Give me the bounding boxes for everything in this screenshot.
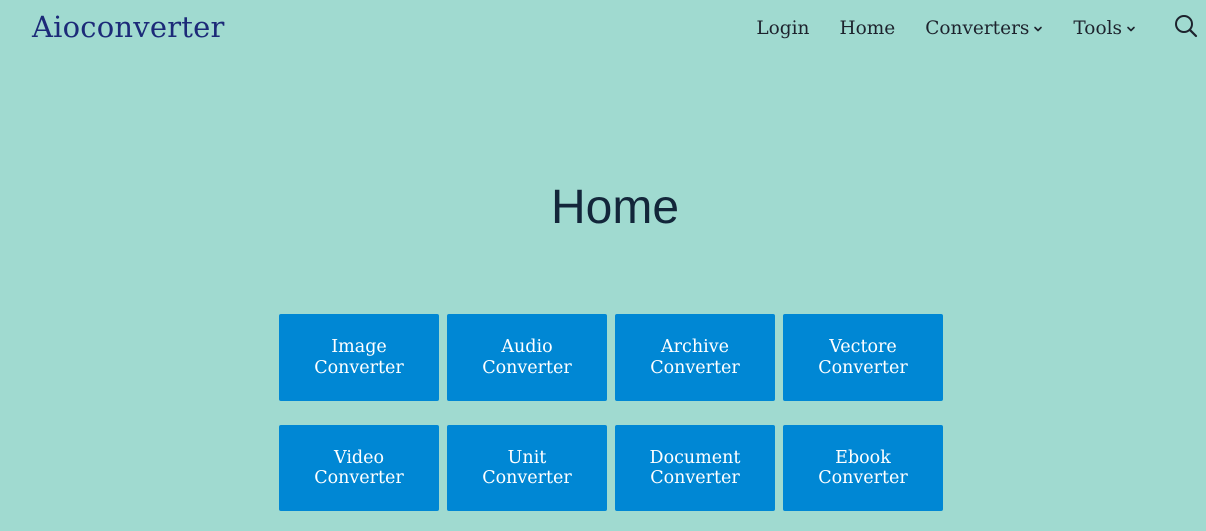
tile-label-line1: Vectore — [829, 337, 897, 357]
audio-converter-button[interactable]: Audio Converter — [447, 314, 607, 401]
tile-label-line2: Converter — [818, 357, 908, 378]
tile-label-line1: Unit — [507, 447, 547, 468]
tile-label-line1: Ebook — [835, 447, 891, 468]
tile-label-line2: Converter — [818, 468, 908, 488]
nav-item-home[interactable]: Home — [839, 18, 895, 39]
tile-label-line1: Video — [333, 447, 385, 468]
nav-item-label: Converters — [925, 17, 1030, 39]
tile-label-line2: Converter — [314, 468, 404, 488]
tile-label-line1: Audio — [501, 337, 553, 357]
unit-converter-button[interactable]: Unit Converter — [447, 425, 607, 511]
chevron-down-icon — [1127, 26, 1135, 32]
ebook-converter-button[interactable]: Ebook Converter — [783, 425, 943, 511]
tile-label-line1: Document — [649, 447, 741, 468]
document-converter-button[interactable]: Document Converter — [615, 425, 775, 511]
main-nav: Login Home Converters Tools — [756, 10, 1136, 46]
nav-item-tools[interactable]: Tools — [1073, 18, 1136, 39]
converter-grid: Image Converter Audio Converter Archive … — [279, 314, 943, 512]
tile-label-line2: Converter — [314, 357, 404, 378]
tile-label-line2: Converter — [482, 357, 572, 378]
tile-label-line1: Archive — [661, 337, 729, 357]
site-title-link[interactable]: Aioconverter — [32, 6, 225, 48]
nav-item-label: Home — [839, 17, 896, 39]
tile-label-line1: Image — [331, 337, 387, 357]
vectore-converter-button[interactable]: Vectore Converter — [783, 314, 943, 401]
archive-converter-button[interactable]: Archive Converter — [615, 314, 775, 401]
page-title: Home — [550, 181, 680, 234]
image-converter-button[interactable]: Image Converter — [279, 314, 439, 401]
nav-item-label: Tools — [1073, 17, 1122, 39]
video-converter-button[interactable]: Video Converter — [279, 425, 439, 511]
chevron-down-icon — [1034, 26, 1043, 32]
nav-item-converters[interactable]: Converters — [925, 18, 1043, 39]
tile-label-line2: Converter — [482, 468, 572, 488]
nav-item-label: Login — [756, 17, 810, 39]
tile-label-line2: Converter — [650, 357, 740, 378]
nav-item-login[interactable]: Login — [756, 18, 809, 39]
tile-label-line2: Converter — [650, 468, 740, 488]
search-icon[interactable] — [1174, 14, 1198, 38]
